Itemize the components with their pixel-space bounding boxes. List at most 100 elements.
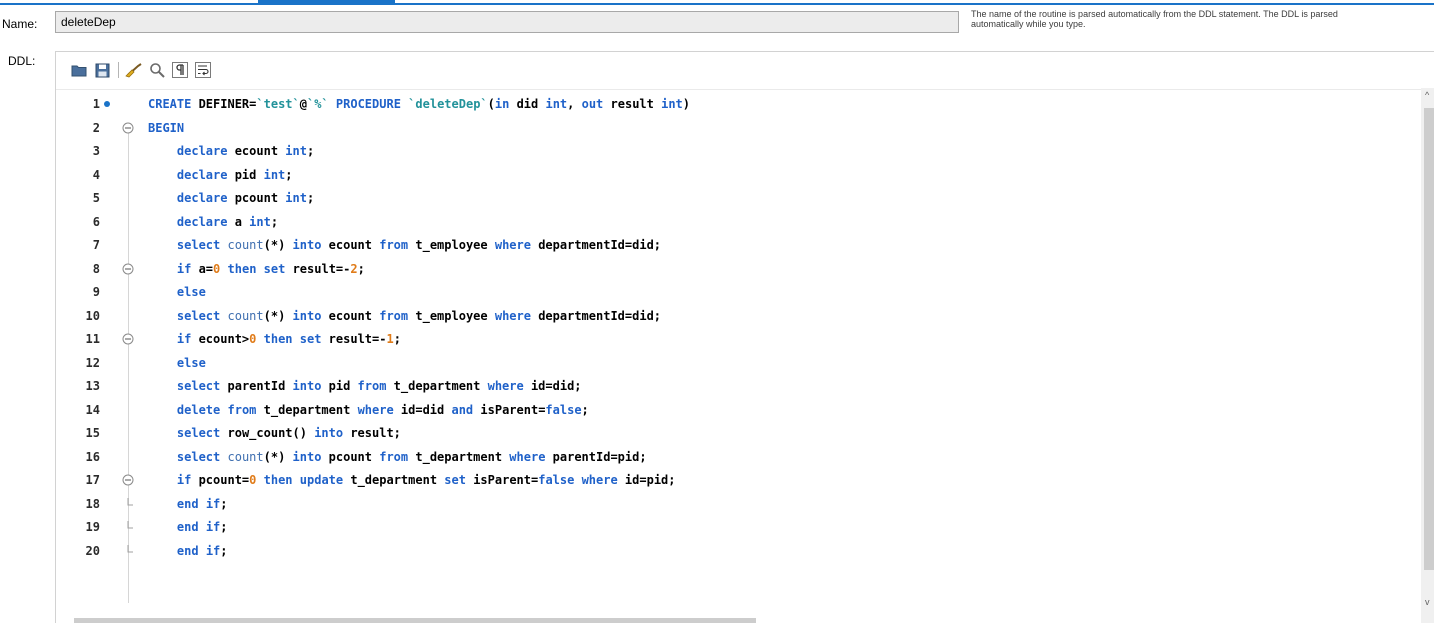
code-token: then xyxy=(263,332,293,346)
code-token: (*) xyxy=(263,238,293,252)
code-token: `deleteDep` xyxy=(408,97,488,111)
scroll-up-arrow-icon[interactable]: ^ xyxy=(1425,90,1429,100)
line-marker-dot-icon[interactable] xyxy=(104,101,110,107)
line-number: 5 xyxy=(92,191,100,205)
code-line[interactable]: 7 select count(*) into ecount from t_emp… xyxy=(56,234,1422,256)
code-token: id=did xyxy=(393,402,452,417)
fold-toggle-icon[interactable] xyxy=(122,263,134,275)
active-tab-indicator[interactable] xyxy=(258,0,395,5)
vertical-scrollbar-thumb[interactable] xyxy=(1424,108,1434,570)
open-file-button[interactable] xyxy=(68,60,90,80)
code-token: where xyxy=(494,238,531,252)
code-line[interactable]: 14 delete from t_department where id=did… xyxy=(56,399,1422,421)
ddl-editor[interactable]: 1 CREATE DEFINER=`test`@`%` PROCEDURE `de… xyxy=(55,51,1434,623)
code-token: select xyxy=(176,426,221,440)
code-token: where xyxy=(581,473,618,487)
editor-toolbar xyxy=(68,59,215,81)
code-line[interactable]: 8 if a=0 then set result=-2; xyxy=(56,258,1422,280)
code-token: t_department xyxy=(343,473,445,487)
code-line[interactable]: 1 CREATE DEFINER=`test`@`%` PROCEDURE `de… xyxy=(56,93,1422,115)
code-token: 2 xyxy=(350,261,358,276)
code-token: count xyxy=(227,238,264,252)
code-token: into xyxy=(292,379,322,393)
code-line[interactable]: 4 declare pid int; xyxy=(56,164,1422,186)
find-button[interactable] xyxy=(146,60,168,80)
code-line[interactable]: 2 BEGIN xyxy=(56,117,1422,139)
code-token: false xyxy=(538,473,575,487)
fold-toggle-icon[interactable] xyxy=(122,333,134,345)
code-line[interactable]: 6 declare a int; xyxy=(56,211,1422,233)
code-token: then xyxy=(227,261,257,276)
code-token: a= xyxy=(191,261,214,276)
code-token: ; xyxy=(220,520,228,534)
code-token: pcount= xyxy=(191,473,250,487)
code-token: parentId xyxy=(220,379,293,393)
code-token: out xyxy=(581,97,604,111)
code-token: int xyxy=(249,214,271,229)
tab-strip-line xyxy=(0,3,1434,5)
routine-name-input[interactable] xyxy=(55,11,959,33)
code-token: int xyxy=(545,97,568,111)
scroll-down-arrow-icon[interactable]: v xyxy=(1425,597,1430,607)
line-number: 1 xyxy=(92,97,100,111)
code-line[interactable]: 16 select count(*) into pcount from t_de… xyxy=(56,446,1422,468)
beautify-button[interactable] xyxy=(123,60,145,80)
code-token: if xyxy=(176,473,192,487)
code-token: end xyxy=(176,496,199,511)
code-line[interactable]: 9 else xyxy=(56,281,1422,303)
code-token: set xyxy=(263,261,286,276)
code-token: select xyxy=(176,308,221,323)
code-token: pcount xyxy=(227,191,286,205)
code-token: ; xyxy=(270,214,279,229)
line-number: 20 xyxy=(85,543,100,558)
toggle-word-wrap-button[interactable] xyxy=(192,60,214,80)
code-token: t_department xyxy=(386,379,488,393)
code-line[interactable]: 17 if pcount=0 then update t_department … xyxy=(56,469,1422,491)
code-token: from xyxy=(379,238,409,252)
code-line[interactable]: 20 end if; xyxy=(56,540,1422,562)
code-token: `%` xyxy=(306,97,329,111)
code-area[interactable]: 1 CREATE DEFINER=`test`@`%` PROCEDURE `de… xyxy=(56,89,1422,618)
code-line[interactable]: 3 declare ecount int; xyxy=(56,140,1422,162)
code-token: into xyxy=(292,449,322,464)
code-line[interactable]: 10 select count(*) into ecount from t_em… xyxy=(56,305,1422,327)
code-line[interactable]: 18 end if; xyxy=(56,493,1422,515)
name-label: Name: xyxy=(2,17,38,31)
code-token: if xyxy=(205,543,221,558)
toggle-invisible-chars-button[interactable] xyxy=(169,60,191,80)
magnifier-icon xyxy=(150,63,165,78)
code-token: result; xyxy=(343,426,401,440)
code-text: select count(*) into ecount from t_emplo… xyxy=(148,234,661,256)
code-line[interactable]: 15 select row_count() into result; xyxy=(56,422,1422,444)
code-text: if ecount>0 then set result=-1; xyxy=(148,328,401,350)
code-token: count xyxy=(227,449,264,464)
code-text: CREATE DEFINER=`test`@`%` PROCEDURE `del… xyxy=(148,93,690,115)
code-line[interactable]: 19 end if; xyxy=(56,516,1422,538)
code-line[interactable]: 13 select parentId into pid from t_depar… xyxy=(56,375,1422,397)
code-text: declare pcount int; xyxy=(148,187,314,209)
horizontal-scrollbar-thumb[interactable] xyxy=(74,618,756,623)
code-token: ) xyxy=(682,97,691,111)
code-line[interactable]: 11 if ecount>0 then set result=-1; xyxy=(56,328,1422,350)
save-file-button[interactable] xyxy=(91,60,113,80)
code-token: isParent= xyxy=(473,402,546,417)
line-number: 8 xyxy=(92,261,100,276)
code-token: into xyxy=(314,426,344,440)
fold-toggle-icon[interactable] xyxy=(122,122,134,134)
code-token: int xyxy=(661,97,683,111)
code-token: from xyxy=(379,308,409,323)
code-line[interactable]: 12 else xyxy=(56,352,1422,374)
fold-toggle-icon[interactable] xyxy=(122,474,134,486)
code-line[interactable]: 5 declare pcount int; xyxy=(56,187,1422,209)
pilcrow-icon xyxy=(172,62,188,78)
